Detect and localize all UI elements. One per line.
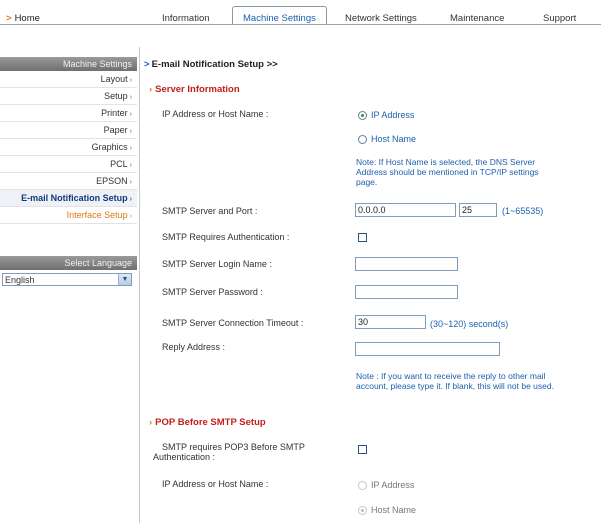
smtp-server-input[interactable] xyxy=(355,203,456,217)
sidebar-item-interface-setup[interactable]: Interface Setup › xyxy=(0,207,137,224)
reply-address-input[interactable] xyxy=(355,342,500,356)
chevron-right-icon: › xyxy=(129,196,132,203)
tab-support[interactable]: Support xyxy=(543,13,576,24)
pop-ip-host-label: IP Address or Host Name : xyxy=(162,479,269,489)
smtp-port-input[interactable] xyxy=(459,203,497,217)
chevron-down-icon[interactable]: ▼ xyxy=(118,274,131,285)
smtp-password-label: SMTP Server Password : xyxy=(162,287,263,297)
tab-information[interactable]: Information xyxy=(162,13,210,24)
pop-required-label: SMTP requires POP3 Before SMTP Authentic… xyxy=(153,442,305,462)
language-value: English xyxy=(5,275,35,285)
sidebar-item-label: Graphics xyxy=(91,142,128,152)
radio-selected-icon[interactable] xyxy=(358,111,367,120)
host-name-note: Note: If Host Name is selected, the DNS … xyxy=(356,157,539,187)
host-name-label: Host Name xyxy=(371,134,417,144)
arrow-right-icon: › xyxy=(149,417,153,428)
language-select[interactable]: English ▼ xyxy=(2,273,132,286)
smtp-timeout-range: (30~120) second(s) xyxy=(430,319,509,329)
arrow-right-icon: › xyxy=(149,84,153,95)
pop-required-checkbox[interactable] xyxy=(358,445,367,454)
pop-host-name-label: Host Name xyxy=(371,505,417,515)
sidebar-item-label: EPSON xyxy=(96,176,128,186)
smtp-port-range: (1~65535) xyxy=(502,206,544,216)
host-name-radio-option[interactable]: Host Name xyxy=(358,134,416,144)
sidebar-item-graphics[interactable]: Graphics › xyxy=(0,139,137,156)
main-content: > E-mail Notification Setup >> › Server In… xyxy=(139,47,601,523)
home-link[interactable]: > Home xyxy=(6,13,40,24)
smtp-login-label: SMTP Server Login Name : xyxy=(162,259,272,269)
sidebar-item-paper[interactable]: Paper › xyxy=(0,122,137,139)
arrow-right-icon: > xyxy=(6,13,12,24)
smtp-auth-checkbox[interactable] xyxy=(358,233,367,242)
smtp-timeout-label: SMTP Server Connection Timeout : xyxy=(162,318,304,328)
smtp-server-label: SMTP Server and Port : xyxy=(162,206,258,216)
pop-ip-address-label: IP Address xyxy=(371,480,415,490)
sidebar-item-pcl[interactable]: PCL › xyxy=(0,156,137,173)
chevron-right-icon: › xyxy=(129,213,132,220)
sidebar-item-layout[interactable]: Layout › xyxy=(0,71,137,88)
ip-address-radio-option[interactable]: IP Address xyxy=(358,110,414,120)
arrow-right-icon: > xyxy=(144,59,150,70)
sidebar-item-email-notification-setup[interactable]: E-mail Notification Setup › xyxy=(0,190,137,207)
sidebar-item-label: E-mail Notification Setup xyxy=(21,193,128,203)
radio-disabled-selected-icon[interactable] xyxy=(358,506,367,515)
chevron-right-icon: › xyxy=(129,77,132,84)
sidebar-item-label: PCL xyxy=(110,159,128,169)
section-server-information: › Server Information xyxy=(149,84,240,95)
sidebar-item-printer[interactable]: Printer › xyxy=(0,105,137,122)
nav-divider xyxy=(0,24,601,25)
home-label: Home xyxy=(14,13,40,24)
sidebar-item-label: Paper xyxy=(103,125,128,135)
sidebar-item-setup[interactable]: Setup › xyxy=(0,88,137,105)
chevron-right-icon: › xyxy=(129,94,132,101)
sidebar: Machine Settings Layout › Setup › Printer ›… xyxy=(0,57,137,224)
ip-host-label: IP Address or Host Name : xyxy=(162,109,269,119)
radio-icon[interactable] xyxy=(358,135,367,144)
reply-address-label: Reply Address : xyxy=(162,342,226,352)
tab-maintenance[interactable]: Maintenance xyxy=(450,13,504,24)
ip-address-label: IP Address xyxy=(371,110,415,120)
sidebar-item-label: Setup xyxy=(104,91,128,101)
smtp-login-input[interactable] xyxy=(355,257,458,271)
chevron-right-icon: › xyxy=(129,145,132,152)
chevron-right-icon: › xyxy=(129,179,132,186)
smtp-password-input[interactable] xyxy=(355,285,458,299)
sidebar-item-epson[interactable]: EPSON › xyxy=(0,173,137,190)
chevron-right-icon: › xyxy=(129,111,132,118)
chevron-right-icon: › xyxy=(129,162,132,169)
pop-host-name-radio-option[interactable]: Host Name xyxy=(358,505,416,515)
reply-address-note: Note : If you want to receive the reply … xyxy=(356,371,554,391)
language-panel: Select Language English ▼ xyxy=(0,256,137,286)
sidebar-header: Machine Settings xyxy=(0,57,137,71)
sidebar-item-label: Layout xyxy=(100,74,128,84)
smtp-auth-label: SMTP Requires Authentication : xyxy=(162,232,290,242)
sidebar-item-label: Interface Setup xyxy=(66,210,128,220)
sidebar-item-label: Printer xyxy=(101,108,128,118)
radio-disabled-icon[interactable] xyxy=(358,481,367,490)
tab-machine-settings[interactable]: Machine Settings xyxy=(232,6,327,25)
section-pop-before-smtp: › POP Before SMTP Setup xyxy=(149,417,266,428)
top-navigation: > Home Information Machine Settings Netwo… xyxy=(0,0,601,27)
language-header: Select Language xyxy=(0,256,137,270)
chevron-right-icon: › xyxy=(129,128,132,135)
smtp-timeout-input[interactable] xyxy=(355,315,426,329)
tab-network-settings[interactable]: Network Settings xyxy=(345,13,417,24)
page-title: > E-mail Notification Setup >> xyxy=(144,59,278,70)
pop-ip-address-radio-option[interactable]: IP Address xyxy=(358,480,414,490)
